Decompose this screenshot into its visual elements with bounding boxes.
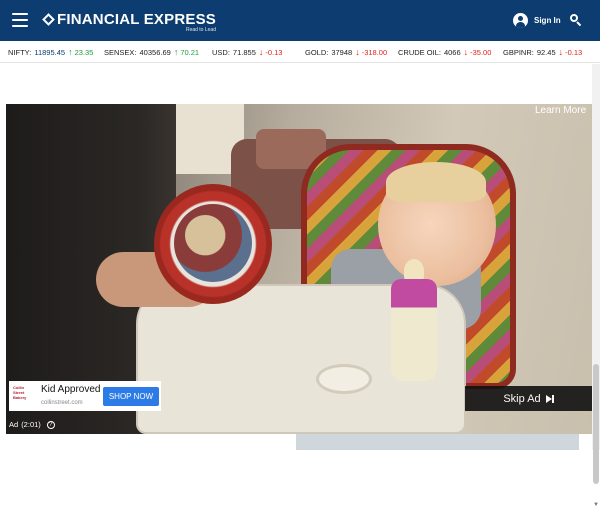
sign-in-label: Sign In — [534, 16, 561, 25]
skip-ad-label: Skip Ad — [503, 392, 541, 405]
ticker-value: 71.855 — [232, 48, 256, 57]
info-icon[interactable]: ? — [46, 420, 55, 429]
ad-countdown: (2:01) — [21, 420, 41, 429]
ad-card-url: collinstreet.com — [41, 400, 83, 406]
ticker-item-gold[interactable]: GOLD: 37948 ↓ -318.00 — [305, 47, 388, 58]
ticker-name: GBPINR: — [503, 48, 534, 57]
arrow-up-icon: ↑ — [173, 47, 179, 57]
hamburger-menu-icon[interactable] — [12, 13, 28, 27]
ticker-change: -318.00 — [361, 48, 388, 57]
logo-text: FINANCIAL EXPRESS — [57, 11, 216, 28]
ticker-name: GOLD: — [305, 48, 329, 57]
skip-ad-button[interactable]: Skip Ad — [465, 386, 592, 411]
ticker-change: -0.13 — [265, 48, 283, 57]
video-frame-cup-holder — [316, 364, 372, 394]
ticker-change: -35.00 — [470, 48, 492, 57]
ticker-name: CRUDE OIL: — [398, 48, 441, 57]
scroll-down-arrow-icon[interactable]: ▼ — [593, 502, 599, 508]
ticker-item-nifty[interactable]: NIFTY: 11895.45 ↑ 23.35 — [8, 47, 94, 58]
logo-diamond-icon — [42, 13, 55, 26]
ticker-change: 23.35 — [74, 48, 94, 57]
ticker-value: 92.45 — [536, 48, 556, 57]
ticker-item-usd[interactable]: USD: 71.855 ↓ -0.13 — [212, 47, 283, 58]
arrow-up-icon: ↑ — [68, 47, 73, 57]
skip-icon — [545, 394, 554, 403]
arrow-down-icon: ↓ — [258, 47, 264, 57]
site-logo[interactable]: FINANCIAL EXPRESS Read to Lead — [42, 11, 216, 33]
below-fold-image — [296, 434, 579, 450]
arrow-down-icon: ↓ — [558, 47, 564, 57]
arrow-down-icon: ↓ — [463, 47, 469, 57]
ad-card-title: Kid Approved — [41, 384, 101, 395]
ticker-item-gbpinr[interactable]: GBPINR: 92.45 ↓ -0.13 — [503, 47, 583, 58]
ticker-value: 37948 — [331, 48, 353, 57]
user-icon — [513, 13, 528, 28]
ticker-name: USD: — [212, 48, 230, 57]
ticker-change: 70.21 — [180, 48, 200, 57]
ticker-item-sensex[interactable]: SENSEX: 40356.69 ↑ 70.21 — [104, 47, 200, 58]
ticker-value: 4066 — [443, 48, 461, 57]
video-frame-bottle — [391, 279, 437, 381]
content-spacer — [0, 64, 600, 104]
site-header: FINANCIAL EXPRESS Read to Lead Sign In — [0, 0, 600, 41]
ad-info-bar: Ad (2:01) ? — [9, 420, 55, 429]
ticker-change: -0.13 — [565, 48, 583, 57]
ticker-value: 11895.45 — [34, 48, 66, 57]
scrollbar-thumb[interactable] — [593, 364, 599, 484]
search-icon[interactable] — [570, 14, 582, 27]
video-frame-baby-hair — [386, 162, 486, 202]
ticker-name: NIFTY: — [8, 48, 32, 57]
sign-in-button[interactable]: Sign In — [513, 13, 561, 28]
ad-label: Ad — [9, 420, 19, 429]
video-frame-tin-picture — [174, 204, 252, 282]
learn-more-link[interactable]: Learn More — [535, 105, 586, 116]
advertiser-logo: Collin Street Bakery — [13, 385, 27, 400]
shop-now-button[interactable]: SHOP NOW — [103, 387, 159, 406]
arrow-down-icon: ↓ — [355, 47, 360, 57]
ticker-name: SENSEX: — [104, 48, 137, 57]
page-scrollbar[interactable]: ▼ — [592, 64, 600, 508]
ticker-value: 40356.69 — [139, 48, 171, 57]
logo-tagline: Read to Lead — [185, 27, 216, 33]
market-ticker: NIFTY: 11895.45 ↑ 23.35 SENSEX: 40356.69… — [0, 41, 600, 63]
ticker-item-crude-oil[interactable]: CRUDE OIL: 4066 ↓ -35.00 — [398, 47, 492, 58]
